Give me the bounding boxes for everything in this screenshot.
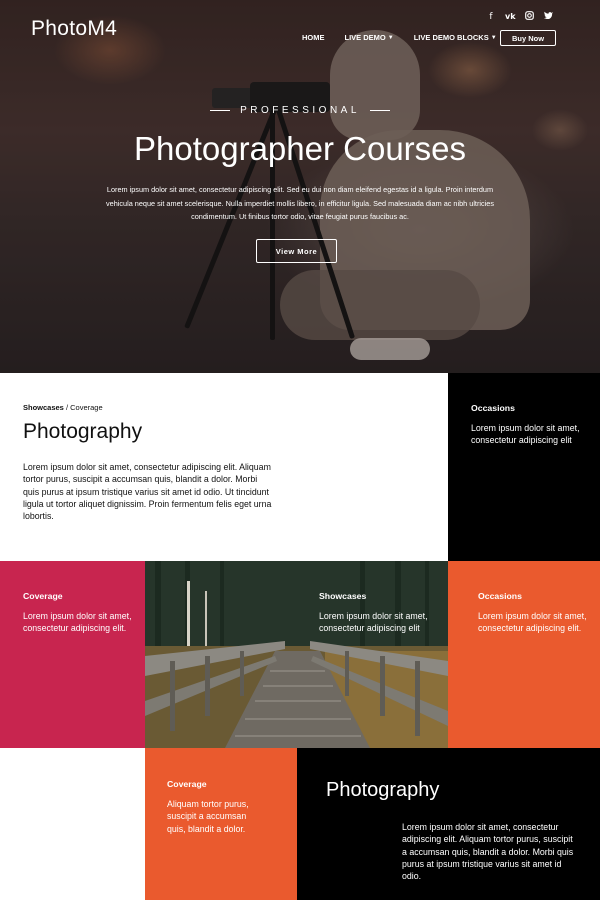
caret-down-icon: ▼ <box>387 34 394 41</box>
nav-live-demo[interactable]: LIVE DEMO ▼ <box>345 33 394 42</box>
nav-live-demo-label: LIVE DEMO <box>344 33 386 42</box>
nav-live-demo-blocks-label: LIVE DEMO BLOCKS <box>413 33 489 42</box>
card-title: Coverage <box>23 591 63 601</box>
card-title: Showcases <box>319 591 367 601</box>
buy-now-button[interactable]: Buy Now <box>500 30 556 46</box>
blank-cell <box>0 748 145 900</box>
card-text: Lorem ipsum dolor sit amet, consectetur … <box>478 611 587 634</box>
nav-home[interactable]: HOME <box>302 33 325 42</box>
intro-title: Photography <box>23 420 143 443</box>
photography-block: Photography Lorem ipsum dolor sit amet, … <box>297 748 600 900</box>
card-title: Occasions <box>471 403 515 413</box>
bridge-photo: Showcases Lorem ipsum dolor sit amet, co… <box>145 561 448 748</box>
instagram-icon[interactable] <box>524 11 534 24</box>
vk-icon[interactable]: vk <box>505 11 516 24</box>
site-logo[interactable]: PhotoM4 <box>31 17 117 41</box>
hero-text: Lorem ipsum dolor sit amet, consectetur … <box>105 185 494 221</box>
eyebrow-line <box>369 110 390 111</box>
intro-section: Showcases / Coverage Photography Lorem i… <box>0 373 448 561</box>
card-text: Lorem ipsum dolor sit amet, consectetur … <box>23 611 132 634</box>
photography-title: Photography <box>326 779 440 801</box>
eyebrow-line <box>210 110 231 111</box>
card-title: Occasions <box>478 591 522 601</box>
hero-eyebrow: PROFESSIONAL <box>0 105 600 116</box>
intro-text: Lorem ipsum dolor sit amet, consectetur … <box>23 462 272 522</box>
coverage-card-bottom[interactable]: Coverage Aliquam tortor purus, suscipit … <box>145 748 297 900</box>
nav-live-demo-blocks[interactable]: LIVE DEMO BLOCKS ▼ <box>414 33 497 42</box>
hero-title: Photographer Courses <box>133 130 467 167</box>
occasions-card[interactable]: Occasions Lorem ipsum dolor sit amet, co… <box>448 561 600 748</box>
breadcrumb-current: / Coverage <box>63 403 103 412</box>
view-more-button[interactable]: View More <box>256 239 337 263</box>
card-text: Lorem ipsum dolor sit amet, consectetur … <box>319 611 428 634</box>
main-nav: HOME LIVE DEMO ▼ LIVE DEMO BLOCKS ▼ <box>302 33 517 42</box>
card-title: Coverage <box>167 779 207 789</box>
eyebrow-text: PROFESSIONAL <box>240 105 360 116</box>
hero-section: PhotoM4 f vk HOME LIVE DEMO ▼ LIVE DEMO B… <box>0 0 600 373</box>
bridge-illustration <box>145 561 448 748</box>
photography-text: Lorem ipsum dolor sit amet, consectetur … <box>402 822 574 882</box>
twitter-icon[interactable] <box>543 11 553 24</box>
facebook-icon[interactable]: f <box>486 11 496 24</box>
social-links: f vk <box>486 11 553 24</box>
nav-home-label: HOME <box>302 33 325 42</box>
card-text: Lorem ipsum dolor sit amet, consectetur … <box>471 423 580 446</box>
coverage-card[interactable]: Coverage Lorem ipsum dolor sit amet, con… <box>0 561 145 748</box>
card-text: Aliquam tortor purus, suscipit a accumsa… <box>167 799 249 834</box>
breadcrumb-showcases-link[interactable]: Showcases <box>23 403 64 412</box>
breadcrumb: Showcases / Coverage <box>23 403 103 412</box>
caret-down-icon: ▼ <box>490 34 497 41</box>
occasions-card-top[interactable]: Occasions Lorem ipsum dolor sit amet, co… <box>448 373 600 561</box>
